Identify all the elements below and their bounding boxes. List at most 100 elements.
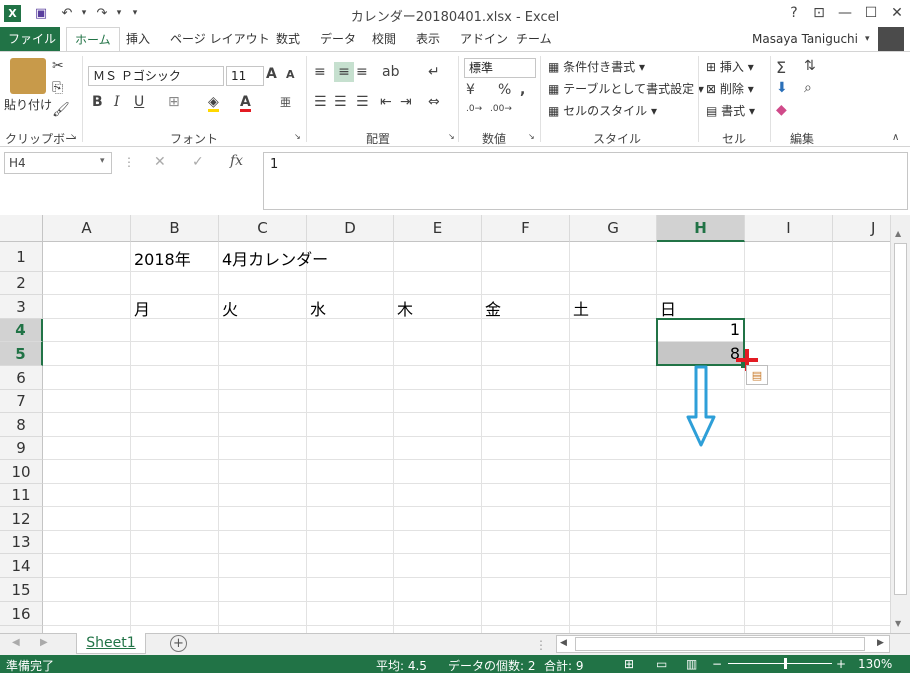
- formula-bar-handle-icon[interactable]: ⋮: [123, 155, 135, 169]
- tab-home[interactable]: ホーム: [66, 27, 120, 52]
- fill-icon[interactable]: ⬇: [776, 80, 788, 96]
- row-header-12[interactable]: 12: [0, 507, 43, 531]
- horizontal-scroll-thumb[interactable]: [575, 637, 865, 651]
- page-layout-view-icon[interactable]: ▭: [656, 657, 667, 671]
- cell-h5[interactable]: 8: [660, 344, 740, 363]
- normal-view-icon[interactable]: ⊞: [624, 657, 634, 671]
- fill-color-icon[interactable]: ◈: [208, 94, 219, 112]
- italic-button[interactable]: I: [114, 94, 120, 110]
- increase-decimal-icon[interactable]: .0→: [466, 104, 482, 114]
- find-select-icon[interactable]: ⌕: [804, 80, 812, 96]
- new-sheet-icon[interactable]: +: [170, 635, 187, 652]
- align-center-icon[interactable]: ☰: [334, 94, 347, 110]
- copy-icon[interactable]: ⎘: [52, 80, 63, 96]
- align-right-icon[interactable]: ☰: [356, 94, 369, 110]
- column-header-e[interactable]: E: [394, 215, 482, 242]
- row-header-1[interactable]: 1: [0, 242, 43, 272]
- name-box-dropdown-icon[interactable]: ▾: [100, 156, 105, 166]
- decrease-decimal-icon[interactable]: .00→: [490, 104, 512, 114]
- account-dropdown-icon[interactable]: ▾: [865, 34, 870, 44]
- worksheet-grid[interactable]: A B C D E F G H I J 1 2 3 4 5 6 7 8 9 10…: [0, 215, 890, 633]
- tab-team[interactable]: チーム: [508, 27, 560, 51]
- column-header-h[interactable]: H: [657, 215, 745, 242]
- number-launcher-icon[interactable]: ↘: [528, 132, 535, 141]
- scroll-down-icon[interactable]: ▼: [895, 619, 901, 628]
- name-box[interactable]: H4: [4, 152, 112, 174]
- decrease-indent-icon[interactable]: ⇤: [380, 94, 392, 110]
- row-header-17-partial[interactable]: [0, 626, 43, 633]
- row-header-2[interactable]: 2: [0, 272, 43, 295]
- currency-icon[interactable]: ¥: [466, 82, 475, 98]
- column-header-c[interactable]: C: [219, 215, 307, 242]
- wrap-text-icon[interactable]: ↵: [428, 64, 440, 80]
- enter-icon[interactable]: ✓: [192, 154, 204, 170]
- merge-center-icon[interactable]: ⇔: [428, 94, 440, 110]
- cell-f3[interactable]: 金: [485, 296, 501, 320]
- zoom-slider[interactable]: [728, 663, 832, 664]
- row-header-4[interactable]: 4: [0, 319, 43, 342]
- minimize-button[interactable]: —: [834, 3, 856, 23]
- autosum-button[interactable]: Σ: [776, 58, 786, 77]
- align-left-icon[interactable]: ☰: [314, 94, 327, 110]
- row-header-15[interactable]: 15: [0, 578, 43, 602]
- delete-cells-button[interactable]: ⊠ 削除 ▾: [706, 80, 754, 97]
- tab-split-handle-icon[interactable]: ⋮: [535, 638, 547, 652]
- cell-e3[interactable]: 木: [397, 296, 413, 320]
- comma-button[interactable]: ,: [520, 82, 525, 98]
- column-header-b[interactable]: B: [131, 215, 219, 242]
- font-name-select[interactable]: ＭＳ Ｐゴシック: [88, 66, 224, 86]
- tab-insert[interactable]: 挿入: [118, 27, 158, 51]
- borders-icon[interactable]: ⊞: [168, 94, 180, 110]
- row-header-8[interactable]: 8: [0, 413, 43, 437]
- vertical-scrollbar[interactable]: ▲ ▼: [890, 215, 910, 633]
- font-launcher-icon[interactable]: ↘: [294, 132, 301, 141]
- sheet-tab-sheet1[interactable]: Sheet1: [76, 633, 146, 654]
- bottom-align-icon[interactable]: ≡: [356, 64, 368, 80]
- font-size-select[interactable]: 11: [226, 66, 264, 86]
- grow-font-icon[interactable]: A: [266, 66, 277, 82]
- cell-styles-button[interactable]: ▦ セルのスタイル ▾: [548, 102, 657, 119]
- cell-g3[interactable]: 土: [573, 296, 589, 320]
- tab-page-layout[interactable]: ページ レイアウト: [162, 27, 278, 51]
- zoom-level[interactable]: 130%: [858, 657, 892, 671]
- row-header-3[interactable]: 3: [0, 295, 43, 319]
- row-header-7[interactable]: 7: [0, 390, 43, 413]
- clear-icon[interactable]: ◆: [776, 102, 787, 118]
- column-header-a[interactable]: A: [43, 215, 131, 242]
- ribbon-display-options-button[interactable]: ⊡: [808, 3, 830, 23]
- increase-indent-icon[interactable]: ⇥: [400, 94, 412, 110]
- insert-function-icon[interactable]: fx: [230, 153, 243, 169]
- zoom-slider-thumb[interactable]: [784, 658, 787, 669]
- paste-button[interactable]: 貼り付け: [4, 96, 52, 113]
- collapse-ribbon-icon[interactable]: ∧: [892, 132, 899, 143]
- select-all-corner[interactable]: [0, 215, 43, 242]
- row-header-10[interactable]: 10: [0, 460, 43, 484]
- cell-b3[interactable]: 月: [134, 296, 150, 320]
- orientation-icon[interactable]: ab: [382, 64, 399, 80]
- format-cells-button[interactable]: ▤ 書式 ▾: [706, 102, 755, 119]
- row-header-16[interactable]: 16: [0, 602, 43, 626]
- tab-file[interactable]: ファイル: [0, 27, 60, 51]
- cell-d3[interactable]: 水: [310, 296, 326, 320]
- bold-button[interactable]: B: [92, 94, 103, 110]
- avatar[interactable]: [878, 27, 904, 51]
- horizontal-scrollbar[interactable]: ◀ ▶: [556, 635, 890, 653]
- help-button[interactable]: ?: [783, 3, 805, 23]
- number-format-select[interactable]: 標準: [464, 58, 536, 78]
- row-header-5[interactable]: 5: [0, 342, 43, 366]
- scroll-right-icon[interactable]: ▶: [877, 638, 884, 648]
- font-color-icon[interactable]: A: [240, 94, 251, 112]
- row-header-6[interactable]: 6: [0, 366, 43, 390]
- cell-c1[interactable]: 4月カレンダー: [222, 246, 328, 270]
- cell-h3[interactable]: 日: [660, 296, 676, 320]
- middle-align-icon[interactable]: ≡: [334, 62, 354, 82]
- scroll-left-icon[interactable]: ◀: [560, 638, 567, 648]
- next-sheet-icon[interactable]: ▶: [40, 637, 48, 648]
- tab-addins[interactable]: アドイン: [452, 27, 516, 51]
- zoom-in-icon[interactable]: +: [836, 657, 846, 671]
- prev-sheet-icon[interactable]: ◀: [12, 637, 20, 648]
- maximize-button[interactable]: ☐: [860, 3, 882, 23]
- column-header-i[interactable]: I: [745, 215, 833, 242]
- cell-h4[interactable]: 1: [660, 320, 740, 339]
- cell-b1[interactable]: 2018年: [134, 246, 191, 270]
